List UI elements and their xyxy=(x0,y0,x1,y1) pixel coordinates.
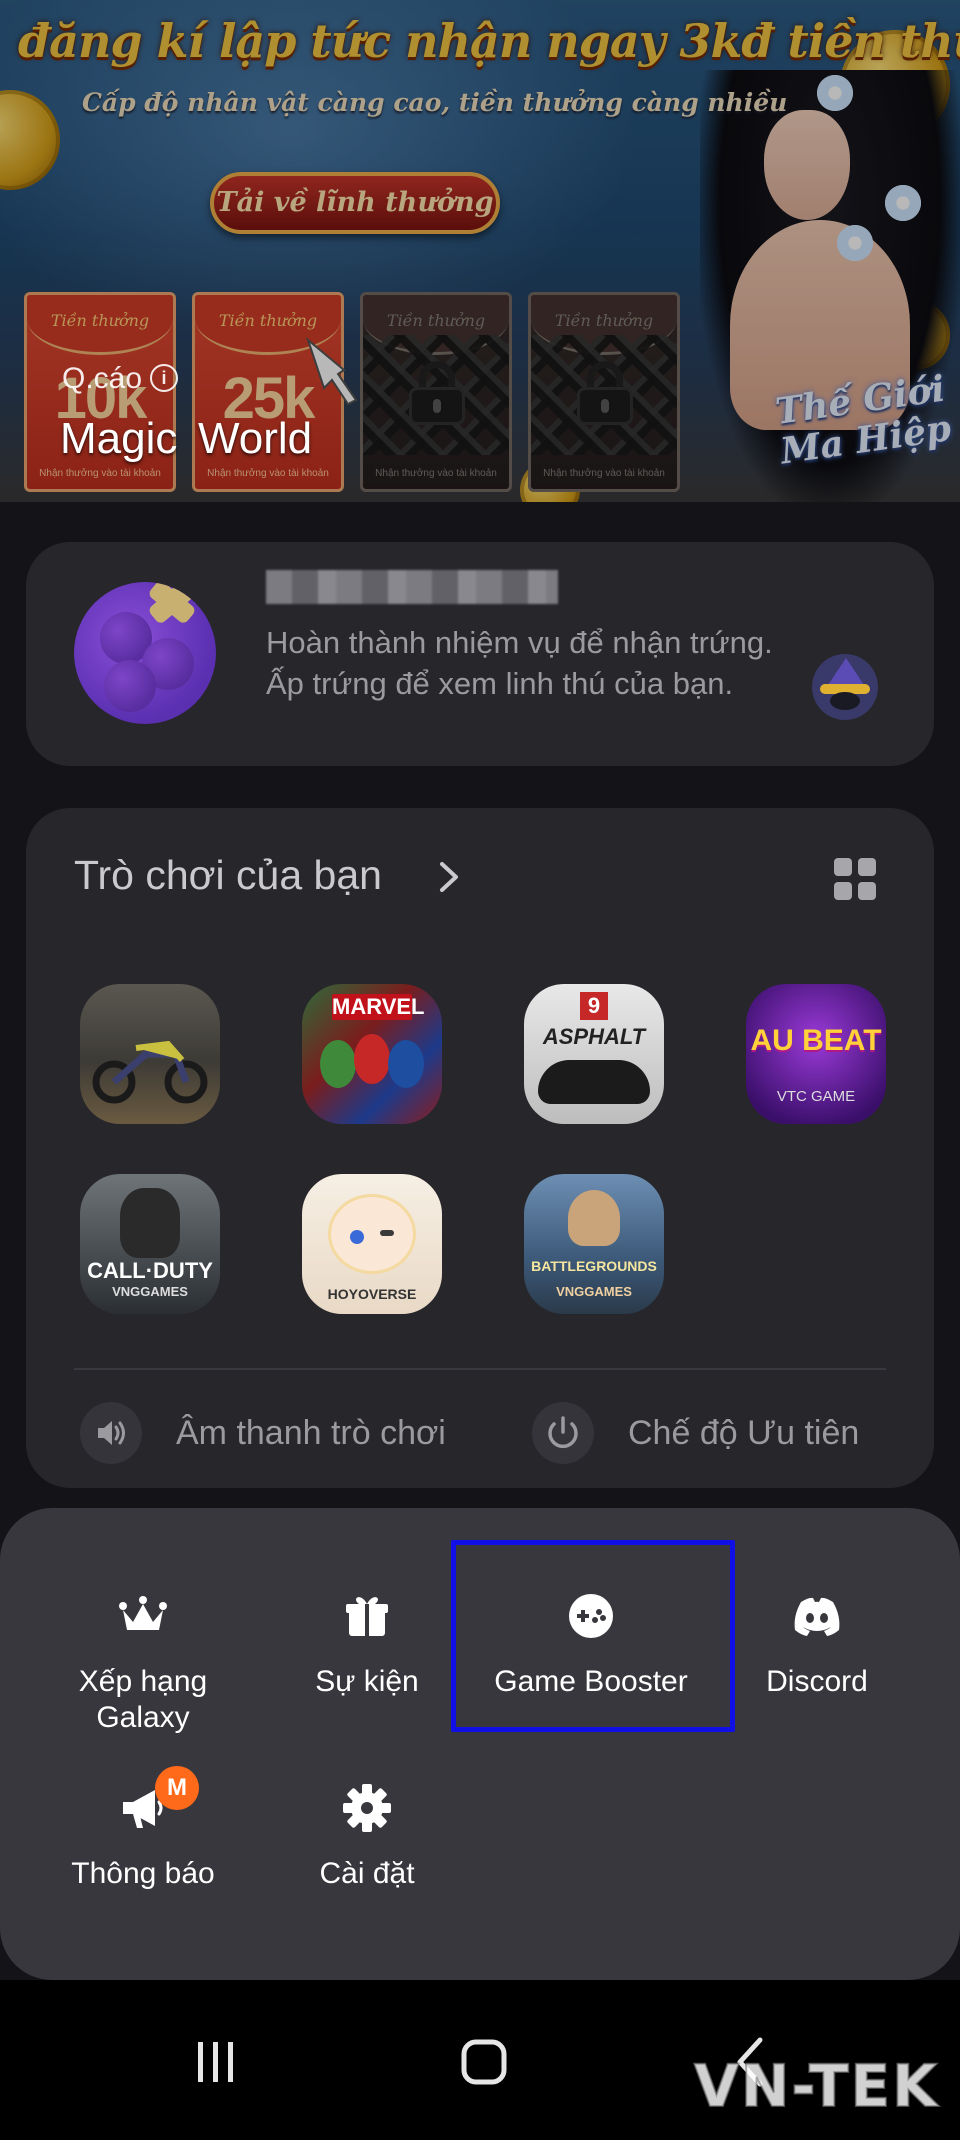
recent-apps-button[interactable] xyxy=(166,2028,266,2098)
chevron-right-icon[interactable] xyxy=(430,852,470,902)
motorbike-icon xyxy=(92,1040,208,1104)
power-icon xyxy=(532,1402,594,1464)
avatar[interactable] xyxy=(74,582,216,724)
app-grid-icon[interactable] xyxy=(834,858,876,900)
wizard-pet-icon[interactable] xyxy=(812,654,878,720)
galaxy-ranking-button[interactable]: Xếp hạng Galaxy xyxy=(31,1588,255,1736)
game-sound-toggle[interactable]: Âm thanh trò chơi xyxy=(80,1402,500,1466)
gift-icon xyxy=(339,1588,395,1644)
game-tile-genshin[interactable]: HOYOVERSE xyxy=(302,1174,442,1314)
game-tile-au-beat[interactable]: AU BEAT VTC GAME xyxy=(746,984,886,1124)
ad-text: Magic xyxy=(60,414,178,463)
home-icon xyxy=(461,2039,507,2085)
ad-text: World xyxy=(198,414,313,463)
settings-button[interactable]: Cài đặt xyxy=(255,1780,479,1892)
ad-banner[interactable]: đăng kí lập tức nhận ngay 3kđ tiền thưởn… xyxy=(0,0,960,502)
info-icon[interactable]: i xyxy=(150,364,178,392)
divider xyxy=(74,1368,886,1370)
game-tile-asphalt[interactable]: 9 ASPHALT xyxy=(524,984,664,1124)
game-tile-pubg[interactable]: BATTLEGROUNDS VNGGAMES xyxy=(524,1174,664,1314)
gear-icon xyxy=(339,1780,395,1836)
profile-description: Hoàn thành nhiệm vụ để nhận trứng. Ấp tr… xyxy=(266,625,773,701)
crown-icon xyxy=(115,1588,171,1644)
home-button[interactable] xyxy=(434,2028,534,2098)
priority-mode-toggle[interactable]: Chế độ Ưu tiên xyxy=(532,1402,912,1466)
game-tile-motocross[interactable] xyxy=(80,984,220,1124)
your-games-card: Trò chơi của bạn MARVEL 9 ASPHALT AU BEA… xyxy=(26,808,934,1488)
priority-mode-label: Chế độ Ưu tiên xyxy=(628,1414,860,1452)
profile-card[interactable]: Hoàn thành nhiệm vụ để nhận trứng. Ấp tr… xyxy=(26,542,934,766)
game-sound-label: Âm thanh trò chơi xyxy=(176,1414,446,1452)
highlight-box xyxy=(451,1540,735,1732)
username-blurred xyxy=(266,570,558,604)
notification-badge: M xyxy=(155,1766,199,1810)
speaker-icon xyxy=(80,1402,142,1464)
events-button[interactable]: Sự kiện xyxy=(255,1588,479,1700)
game-tile-marvel[interactable]: MARVEL xyxy=(302,984,442,1124)
ad-label: Q.cáo xyxy=(62,362,143,395)
notifications-button[interactable]: M Thông báo xyxy=(31,1766,255,1892)
megaphone-icon: M xyxy=(115,1766,199,1836)
your-games-title[interactable]: Trò chơi của bạn xyxy=(74,852,382,899)
recent-apps-icon xyxy=(198,2042,233,2082)
discord-button[interactable]: Discord xyxy=(705,1588,929,1700)
game-tile-call-of-duty[interactable]: CALL·DUTY VNGGAMES xyxy=(80,1174,220,1314)
watermark: VN-TEK xyxy=(693,2051,940,2121)
discord-icon xyxy=(789,1588,845,1644)
